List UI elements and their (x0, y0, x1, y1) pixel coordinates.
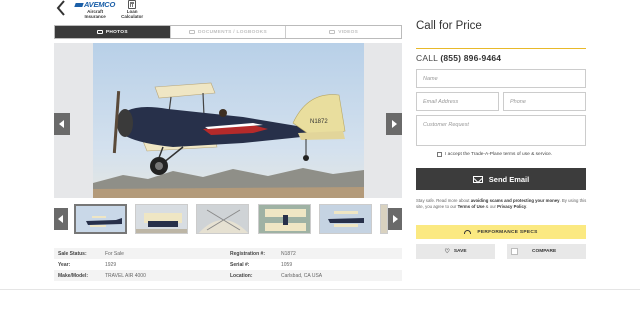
phone-number: (855) 896-9464 (440, 53, 502, 63)
table-row: Make/Model: TRAVEL AIR 4000 Location: Ca… (54, 270, 402, 281)
spec-value: N1872 (281, 250, 296, 257)
specs-table: Sale Status: For Sale Registration #: N1… (54, 248, 402, 281)
thumbnail-4[interactable] (258, 204, 311, 234)
compare-checkbox[interactable] (511, 248, 518, 255)
name-field[interactable] (416, 69, 586, 88)
tab-photos[interactable]: PHOTOS (55, 26, 171, 38)
thumbs-prev-button[interactable] (54, 208, 68, 230)
thumbnail-3[interactable] (196, 204, 249, 234)
main-aircraft-photo[interactable]: N1872 (93, 43, 364, 198)
chevron-left-icon (58, 215, 63, 223)
price-title: Call for Price (416, 20, 482, 32)
photo-viewer: N1872 (54, 43, 402, 198)
email-field[interactable] (416, 92, 499, 111)
loan-calculator-link[interactable]: Loan Calculator (121, 0, 143, 19)
spec-value: 1929 (105, 261, 117, 268)
section-divider (0, 289, 640, 290)
seller-phone[interactable]: CALL (855) 896-9464 (416, 53, 501, 63)
thumbnail-2[interactable] (135, 204, 188, 234)
video-icon (329, 30, 336, 34)
thumbnail-1[interactable] (74, 204, 127, 234)
compare-button[interactable]: COMPARE (507, 244, 586, 259)
save-button[interactable]: ♡ SAVE (416, 244, 495, 259)
gauge-icon (464, 230, 472, 234)
chevron-right-icon (392, 120, 397, 128)
spec-label: Location: (230, 272, 253, 279)
table-row: Sale Status: For Sale Registration #: N1… (54, 248, 402, 259)
gold-divider (416, 48, 586, 49)
terms-label: I accept the Trade-A-Plane terms of use … (445, 152, 553, 157)
performance-specs-button[interactable]: PERFORMANCE SPECS (416, 225, 586, 239)
spec-label: Serial #: (230, 261, 250, 268)
tab-videos[interactable]: VIDEOS (286, 26, 402, 38)
spec-label: Sale Status: (58, 250, 87, 257)
customer-request-field[interactable] (416, 115, 586, 146)
terms-row: I accept the Trade-A-Plane terms of use … (437, 152, 552, 157)
disclaimer-text: Stay safe. Read more about avoiding scam… (416, 198, 587, 209)
spec-value: Carlsbad, CA USA (281, 272, 323, 279)
thumbnail-6[interactable] (380, 204, 388, 234)
avemco-logo: AVEMCO (74, 0, 115, 9)
chevron-left-icon (59, 120, 64, 128)
media-tabs: PHOTOS DOCUMENTS / LOGBOOKS VIDEOS (54, 25, 402, 39)
loan-calculator-label: Loan Calculator (121, 9, 144, 19)
phone-field[interactable] (503, 92, 586, 111)
heart-icon: ♡ (444, 249, 450, 255)
envelope-icon (472, 175, 483, 183)
spec-value: TRAVEL AIR 4000 (105, 272, 146, 279)
document-icon (189, 30, 196, 34)
privacy-policy-link[interactable]: Privacy Policy (497, 204, 526, 209)
spec-label: Year: (58, 261, 71, 268)
thumbs-next-button[interactable] (388, 208, 402, 230)
terms-checkbox[interactable] (437, 152, 442, 157)
table-row: Year: 1929 Serial #: 1059 (54, 259, 402, 270)
aircraft-insurance-label: Aircraft Insurance (84, 9, 106, 19)
scams-link[interactable]: avoiding scams and protecting your money (471, 198, 560, 203)
top-toolbar: AVEMCO Aircraft Insurance Loan Calculator (55, 0, 143, 22)
aircraft-insurance-link[interactable]: AVEMCO Aircraft Insurance (74, 0, 115, 19)
photo-next-button[interactable] (386, 113, 402, 135)
tail-number: N1872 (310, 119, 328, 125)
spec-label: Registration #: (230, 250, 266, 257)
chevron-left-icon[interactable] (55, 0, 69, 16)
thumbnail-strip (54, 204, 402, 234)
spec-value: For Sale (105, 250, 124, 257)
call-label: CALL (416, 53, 438, 63)
send-email-button[interactable]: Send Email (416, 168, 586, 190)
spec-value: 1059 (281, 261, 293, 268)
thumbnail-5[interactable] (319, 204, 372, 234)
camera-icon (96, 30, 103, 34)
chevron-right-icon (393, 215, 398, 223)
tab-documents[interactable]: DOCUMENTS / LOGBOOKS (170, 26, 287, 38)
spec-label: Make/Model: (58, 272, 89, 279)
calculator-icon (128, 0, 137, 9)
photo-prev-button[interactable] (54, 113, 70, 135)
terms-of-use-link[interactable]: Terms of Use (458, 204, 485, 209)
